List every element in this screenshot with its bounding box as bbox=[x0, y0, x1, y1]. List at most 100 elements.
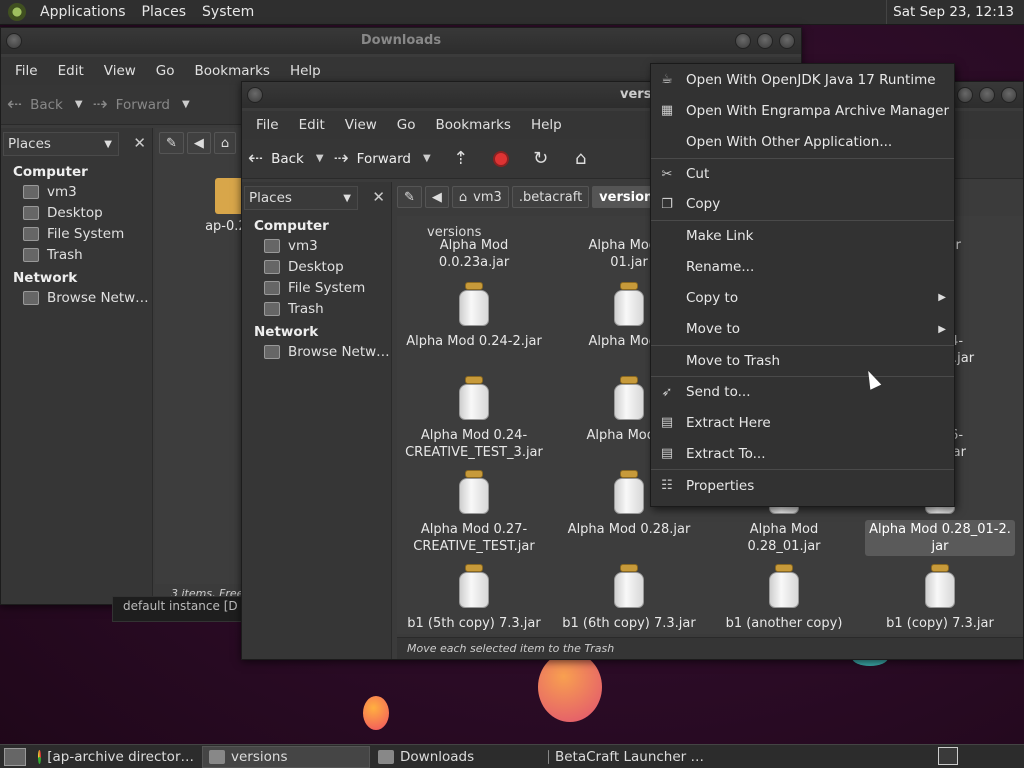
back-history-dropdown-icon[interactable]: ▼ bbox=[75, 99, 83, 110]
stop-icon[interactable] bbox=[489, 147, 513, 171]
context-item-open-with-openjdk-java-17-runtime[interactable]: ☕ Open With OpenJDK Java 17 Runtime bbox=[651, 64, 954, 95]
sidebar-item-filesystem[interactable]: File System bbox=[242, 278, 391, 299]
sidebar-item-vm3[interactable]: vm3 bbox=[242, 236, 391, 257]
sidebar-item-filesystem[interactable]: File System bbox=[1, 224, 152, 245]
forward-history-dropdown-icon[interactable]: ▼ bbox=[423, 153, 431, 164]
maximize-button[interactable] bbox=[979, 87, 995, 103]
menu-file[interactable]: File bbox=[5, 63, 48, 79]
jar-file-icon bbox=[923, 564, 957, 608]
scissors-icon: ✂ bbox=[661, 166, 673, 182]
path-back-icon[interactable]: ◀ bbox=[186, 132, 211, 154]
sidebar-item-desktop[interactable]: Desktop bbox=[1, 203, 152, 224]
close-sidebar-icon[interactable]: ✕ bbox=[372, 188, 385, 206]
menu-bookmarks[interactable]: Bookmarks bbox=[185, 63, 280, 79]
close-button[interactable] bbox=[779, 33, 795, 49]
java-icon: ☕ bbox=[661, 72, 673, 87]
clock[interactable]: Sat Sep 23, 12:13 bbox=[886, 0, 1020, 24]
context-item-copy-to[interactable]: Copy to ▶ bbox=[651, 282, 954, 313]
extract-icon: ▤ bbox=[660, 446, 674, 462]
menu-view[interactable]: View bbox=[94, 63, 146, 79]
menu-places[interactable]: Places bbox=[134, 4, 195, 20]
menu-edit[interactable]: Edit bbox=[289, 117, 335, 133]
menu-bookmarks[interactable]: Bookmarks bbox=[426, 117, 521, 133]
drive-icon bbox=[23, 227, 39, 241]
workspace-switcher[interactable] bbox=[938, 747, 958, 765]
menu-view[interactable]: View bbox=[335, 117, 387, 133]
forward-button[interactable]: ⇢ Forward ▼ bbox=[93, 94, 190, 115]
sidebar-item-trash[interactable]: Trash bbox=[1, 245, 152, 266]
reload-icon[interactable]: ↻ bbox=[529, 147, 553, 171]
downloads-titlebar[interactable]: Downloads bbox=[1, 28, 801, 54]
window-menu-button[interactable] bbox=[247, 87, 263, 103]
file-item[interactable]: Alpha Mod 0.24- CREATIVE_TEST_3.jar bbox=[399, 376, 549, 462]
sidebar-item-browse-network[interactable]: Browse Netw… bbox=[242, 342, 391, 363]
maximize-button[interactable] bbox=[757, 33, 773, 49]
back-button[interactable]: ⇠ Back ▼ bbox=[7, 94, 83, 115]
context-item-rename[interactable]: Rename... bbox=[651, 251, 954, 282]
menu-system[interactable]: System bbox=[194, 4, 262, 20]
file-item[interactable]: Alpha Mod 0.0.23a.jar bbox=[399, 236, 549, 272]
context-item-move-to[interactable]: Move to ▶ bbox=[651, 314, 954, 345]
places-selector[interactable]: Places ▼ bbox=[3, 132, 119, 156]
trash-icon bbox=[23, 248, 39, 262]
places-selector[interactable]: Places ▼ bbox=[244, 186, 358, 210]
context-item-send-to[interactable]: ➶ Send to... bbox=[651, 375, 954, 407]
edit-location-icon[interactable]: ✎ bbox=[159, 132, 184, 154]
menu-go[interactable]: Go bbox=[387, 117, 426, 133]
file-item[interactable]: b1 (copy) 7.3.jar bbox=[865, 564, 1015, 633]
menu-go[interactable]: Go bbox=[146, 63, 185, 79]
close-button[interactable] bbox=[1001, 87, 1017, 103]
file-item[interactable]: Alpha Mod 0.27- CREATIVE_TEST.jar bbox=[399, 470, 549, 556]
task-button[interactable]: [ap-archive director… bbox=[32, 746, 200, 768]
file-item[interactable]: b1 (5th copy) 7.3.jar bbox=[399, 564, 549, 633]
show-desktop-icon[interactable] bbox=[4, 747, 26, 766]
menu-help[interactable]: Help bbox=[280, 63, 331, 79]
task-button[interactable]: versions bbox=[202, 745, 370, 768]
path-segment-vm3[interactable]: ⌂ vm3 bbox=[451, 186, 509, 208]
menu-applications[interactable]: Applications bbox=[32, 4, 134, 20]
home-icon[interactable]: ⌂ bbox=[569, 147, 593, 171]
edit-location-icon[interactable]: ✎ bbox=[397, 186, 422, 208]
context-item-make-link[interactable]: Make Link bbox=[651, 219, 954, 251]
sidebar-item-desktop[interactable]: Desktop bbox=[242, 257, 391, 278]
back-history-dropdown-icon[interactable]: ▼ bbox=[316, 153, 324, 164]
menu-help[interactable]: Help bbox=[521, 117, 572, 133]
window-menu-button[interactable] bbox=[6, 33, 22, 49]
drive-icon bbox=[264, 281, 280, 295]
context-item-open-with-engrampa-archive-manager[interactable]: ▦ Open With Engrampa Archive Manager bbox=[651, 95, 954, 126]
context-item-move-to-trash[interactable]: Move to Trash bbox=[651, 344, 954, 376]
minimize-button[interactable] bbox=[957, 87, 973, 103]
file-item[interactable]: b1 (6th copy) 7.3.jar bbox=[554, 564, 704, 633]
minimize-button[interactable] bbox=[735, 33, 751, 49]
context-item-copy[interactable]: ❐ Copy bbox=[651, 189, 954, 220]
back-button[interactable]: ⇠ Back ▼ bbox=[248, 148, 324, 169]
task-button[interactable]: Downloads bbox=[372, 746, 540, 768]
path-segment-betacraft[interactable]: .betacraft bbox=[511, 186, 590, 208]
menu-file[interactable]: File bbox=[246, 117, 289, 133]
context-item-extract-here[interactable]: ▤ Extract Here bbox=[651, 407, 954, 438]
versions-pathbar: ✎ ◀ ⌂ vm3 .betacraft versions bbox=[397, 186, 671, 208]
task-button[interactable]: BetaCraft Launcher … bbox=[542, 746, 710, 768]
behind-window-text: default instance [D bbox=[112, 596, 242, 622]
distro-logo-icon[interactable] bbox=[8, 3, 26, 21]
file-item[interactable]: Alpha Mod 0.24-2.jar bbox=[399, 282, 549, 351]
file-item[interactable]: b1 (another copy) 7.3. bbox=[709, 564, 859, 634]
context-item-extract-to[interactable]: ▤ Extract To... bbox=[651, 438, 954, 469]
path-back-icon[interactable]: ◀ bbox=[424, 186, 449, 208]
sidebar-item-trash[interactable]: Trash bbox=[242, 299, 391, 320]
path-home-icon[interactable]: ⌂ bbox=[213, 132, 237, 154]
sidebar-section-network: Network bbox=[254, 324, 319, 340]
sidebar-section-computer: Computer bbox=[13, 164, 88, 180]
up-icon[interactable]: ⇡ bbox=[449, 147, 473, 171]
context-item-properties[interactable]: ☷ Properties bbox=[651, 469, 954, 500]
sidebar-item-browse-network[interactable]: Browse Netw… bbox=[1, 288, 152, 309]
menu-edit[interactable]: Edit bbox=[48, 63, 94, 79]
forward-arrow-icon: ⇢ bbox=[333, 148, 349, 169]
forward-history-dropdown-icon[interactable]: ▼ bbox=[182, 99, 190, 110]
context-item-cut[interactable]: ✂ Cut bbox=[651, 157, 954, 189]
context-item-open-with-other-application[interactable]: Open With Other Application... bbox=[651, 126, 954, 157]
home-folder-icon bbox=[23, 185, 39, 199]
forward-button[interactable]: ⇢ Forward ▼ bbox=[334, 148, 431, 169]
close-sidebar-icon[interactable]: ✕ bbox=[133, 134, 146, 152]
sidebar-item-vm3[interactable]: vm3 bbox=[1, 182, 152, 203]
